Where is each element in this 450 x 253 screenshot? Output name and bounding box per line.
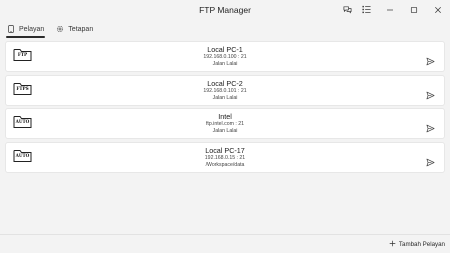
server-name: Intel	[218, 112, 232, 122]
add-server-button[interactable]: Tambah Pelayan	[389, 238, 445, 250]
server-name: Local PC-1	[207, 45, 243, 54]
chat-icon[interactable]	[342, 4, 353, 15]
server-list: FTP Local PC-1 192.168.0.100 : 21 Jalan …	[5, 41, 445, 176]
phone-icon	[7, 25, 15, 33]
server-name: Local PC-2	[207, 78, 243, 88]
list-icon[interactable]	[361, 4, 372, 15]
server-item[interactable]: FTPS Local PC-2 192.168.0.101 : 21 Jalan…	[5, 74, 445, 106]
plus-icon	[389, 240, 396, 249]
server-address: 192.168.0.15 : 21	[204, 155, 246, 162]
send-icon[interactable]	[426, 87, 435, 99]
tab-bar: Pelayan Tetapan	[0, 20, 450, 38]
server-path: Jalan Lalai	[212, 128, 238, 135]
gear-icon	[56, 25, 64, 33]
server-path: Jalan Lalai	[212, 94, 238, 101]
server-item[interactable]: FTP Local PC-1 192.168.0.100 : 21 Jalan …	[5, 41, 445, 72]
footer-bar: Tambah Pelayan	[0, 234, 450, 253]
send-icon[interactable]	[426, 53, 435, 66]
add-server-label: Tambah Pelayan	[398, 240, 445, 248]
tab-pelayan[interactable]: Pelayan	[6, 20, 46, 38]
server-address: ftp.intel.com : 21	[205, 121, 245, 128]
send-icon[interactable]	[426, 154, 435, 167]
server-address: 192.168.0.101 : 21	[203, 87, 247, 94]
title-bar: FTP Manager	[0, 0, 450, 20]
minimize-button[interactable]	[378, 0, 402, 20]
server-address: 192.168.0.100 : 21	[203, 54, 247, 60]
tab-tetapan[interactable]: Tetapan	[55, 20, 94, 38]
server-item[interactable]: AUTO Local PC-17 192.168.0.15 : 21 /Work…	[5, 142, 445, 174]
server-path: /Workspace/data	[205, 162, 245, 169]
server-item[interactable]: AUTO Intel ftp.intel.com : 21 Jalan Lala…	[5, 108, 445, 140]
server-name: Local PC-17	[205, 146, 245, 156]
server-path: Jalan Lalai	[212, 61, 238, 67]
tab-label: Tetapan	[68, 25, 94, 33]
send-icon[interactable]	[426, 120, 435, 133]
tab-label: Pelayan	[19, 25, 45, 33]
maximize-button[interactable]	[402, 0, 426, 20]
close-button[interactable]	[426, 0, 450, 20]
